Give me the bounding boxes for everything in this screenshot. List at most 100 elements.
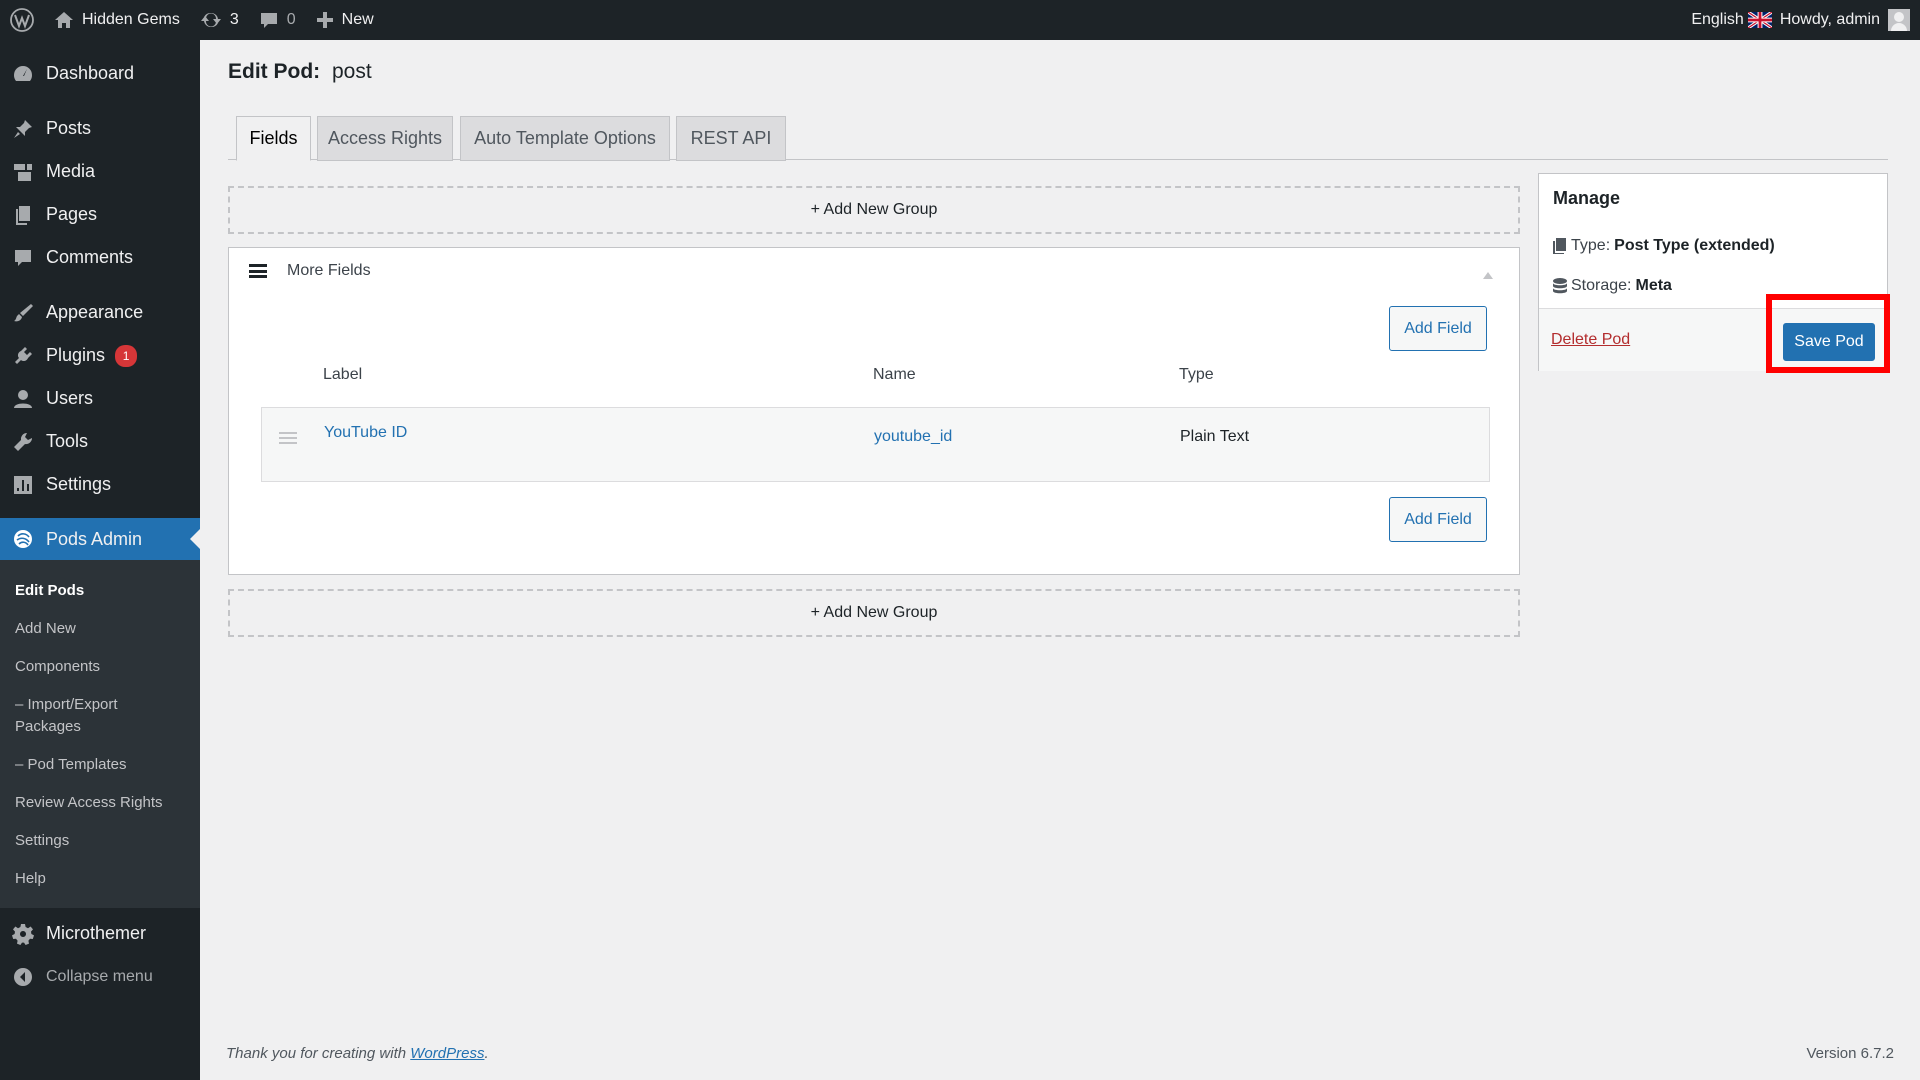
updates-count: 3 [229, 11, 239, 28]
submenu-pod-templates[interactable]: – Pod Templates [0, 746, 200, 784]
tab-access-rights[interactable]: Access Rights [317, 116, 453, 161]
sidebar-item-label: Tools [46, 431, 89, 451]
tab-rest-api[interactable]: REST API [676, 116, 786, 161]
sidebar-item-label: Plugins [46, 345, 106, 365]
admin-bar: Hidden Gems 3 0 New English Howdy, admin [0, 0, 1920, 40]
media-icon [14, 163, 32, 181]
column-header-type: Type [1179, 366, 1214, 383]
sidebar-item-label: Microthemer [46, 923, 147, 943]
group-header[interactable]: More Fields [249, 262, 371, 280]
version-label: Version 6.7.2 [1806, 1045, 1894, 1062]
language-switcher[interactable]: English Howdy, admin [1681, 0, 1920, 40]
new-label: New [341, 11, 374, 28]
group-title: More Fields [287, 262, 371, 279]
submenu-help[interactable]: Help [0, 860, 200, 898]
sidebar-item-media[interactable]: Media [0, 150, 200, 193]
manage-box: Manage Type: Post Type (extended) Storag… [1538, 173, 1888, 371]
language-label: English [1691, 11, 1744, 28]
main-content: Edit Pod: post Fields Access Rights Auto… [200, 40, 1920, 1080]
storage-label: Storage: [1571, 277, 1632, 294]
sidebar-item-label: Pages [46, 204, 98, 224]
sidebar-item-settings[interactable]: Settings [0, 463, 200, 506]
delete-pod-link[interactable]: Delete Pod [1551, 331, 1630, 349]
sidebar-item-appearance[interactable]: Appearance [0, 291, 200, 334]
submenu-add-new[interactable]: Add New [0, 610, 200, 648]
admin-sidebar: Dashboard Posts Media Pages Comments App… [0, 40, 200, 1080]
sidebar-item-label: Users [46, 388, 94, 408]
page-title-prefix: Edit Pod: [228, 60, 321, 83]
site-name: Hidden Gems [82, 11, 180, 28]
site-name-link[interactable]: Hidden Gems [44, 0, 190, 40]
comments-count: 0 [286, 11, 296, 28]
new-content-link[interactable]: New [306, 0, 384, 40]
gear-icon [12, 923, 34, 945]
pods-admin-submenu: Edit Pods Add New Components – Import/Ex… [0, 560, 200, 908]
sidebar-item-pages[interactable]: Pages [0, 193, 200, 236]
comment-icon [260, 13, 277, 28]
manage-title: Manage [1553, 188, 1621, 208]
wordpress-link[interactable]: WordPress [410, 1045, 484, 1062]
save-pod-button[interactable]: Save Pod [1783, 323, 1875, 361]
submenu-components[interactable]: Components [0, 648, 200, 686]
submenu-settings[interactable]: Settings [0, 822, 200, 860]
manage-actions: Delete Pod Save Pod [1539, 308, 1887, 371]
field-label-link[interactable]: YouTube ID [324, 424, 407, 442]
sidebar-item-plugins[interactable]: Plugins 1 [0, 334, 200, 377]
plus-icon [316, 12, 333, 28]
wrench-icon [14, 432, 33, 451]
field-type: Plain Text [1180, 428, 1250, 445]
add-field-button-bottom[interactable]: Add Field [1389, 497, 1487, 542]
howdy-label: Howdy, admin [1779, 11, 1880, 28]
plugin-icon [15, 346, 32, 364]
collapse-menu-label: Collapse menu [46, 967, 153, 985]
table-row[interactable]: YouTube ID youtube_id Plain Text [261, 407, 1490, 482]
sidebar-item-label: Media [46, 161, 96, 181]
footer-thanks-prefix: Thank you for creating with [226, 1045, 407, 1062]
sidebar-item-label: Appearance [46, 302, 144, 322]
submenu-edit-pods[interactable]: Edit Pods [0, 572, 200, 610]
add-new-group-button-bottom[interactable]: + Add New Group [228, 589, 1520, 637]
sidebar-item-tools[interactable]: Tools [0, 420, 200, 463]
field-name-link[interactable]: youtube_id [874, 428, 952, 446]
home-icon [55, 12, 73, 28]
add-new-group-button[interactable]: + Add New Group [228, 186, 1520, 234]
sidebar-item-users[interactable]: Users [0, 377, 200, 420]
field-group-panel: More Fields Add Field Label Name Type Yo… [228, 247, 1520, 575]
drag-handle-icon[interactable] [279, 432, 297, 444]
storage-value: Meta [1635, 277, 1672, 294]
footer-thanks-suffix: . [484, 1045, 489, 1062]
brush-icon [14, 303, 33, 321]
sidebar-item-label: Posts [46, 118, 92, 138]
tab-fields[interactable]: Fields [236, 116, 311, 161]
sidebar-item-posts[interactable]: Posts [0, 107, 200, 150]
avatar [1888, 9, 1910, 31]
sidebar-item-comments[interactable]: Comments [0, 236, 200, 279]
user-icon [14, 389, 32, 408]
pod-type-info: Type: Post Type (extended) [1553, 237, 1775, 255]
post-type-icon [1553, 238, 1566, 254]
sidebar-item-label: Comments [46, 247, 134, 267]
plugins-update-badge: 1 [115, 344, 138, 367]
comments-link[interactable]: 0 [249, 0, 306, 40]
sidebar-item-label: Settings [46, 474, 112, 494]
collapse-arrow-icon[interactable] [1483, 272, 1493, 279]
menu-icon[interactable] [249, 264, 267, 278]
updates-link[interactable]: 3 [190, 0, 249, 40]
wordpress-icon [10, 8, 34, 32]
submenu-review-access-rights[interactable]: Review Access Rights [0, 784, 200, 822]
column-header-name: Name [873, 366, 916, 383]
sidebar-item-pods-admin[interactable]: Pods Admin [0, 518, 200, 560]
sidebar-item-microthemer[interactable]: Microthemer [0, 912, 200, 955]
tab-auto-template-options[interactable]: Auto Template Options [460, 116, 670, 161]
submenu-import-export[interactable]: – Import/Export Packages [0, 686, 200, 746]
add-field-button-top[interactable]: Add Field [1389, 306, 1487, 351]
sidebar-item-label: Dashboard [46, 63, 135, 83]
collapse-menu-button[interactable]: Collapse menu [0, 955, 200, 998]
comment-icon [15, 249, 31, 266]
pods-icon [14, 530, 32, 548]
wordpress-logo-button[interactable] [0, 0, 44, 40]
sidebar-item-dashboard[interactable]: Dashboard [0, 52, 200, 95]
pages-icon [16, 205, 30, 225]
settings-icon [14, 475, 32, 494]
database-icon [1553, 278, 1567, 294]
